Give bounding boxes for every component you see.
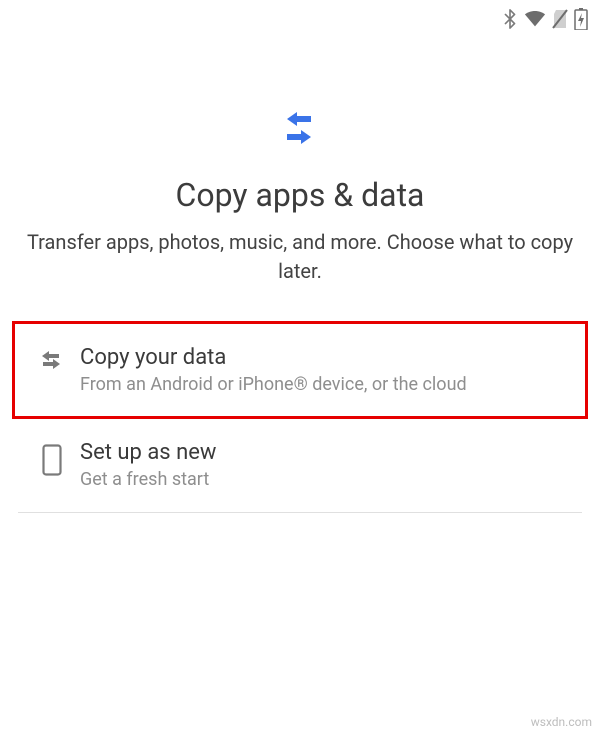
page-title: Copy apps & data — [0, 176, 600, 214]
phone-outline-icon — [24, 444, 80, 476]
option-title: Copy your data — [80, 345, 576, 370]
page-subtitle: Transfer apps, photos, music, and more. … — [24, 228, 576, 286]
option-copy-your-data[interactable]: Copy your data From an Android or iPhone… — [0, 323, 600, 417]
transfer-hero-icon — [275, 104, 325, 154]
bluetooth-icon — [502, 9, 518, 29]
option-subtitle: From an Android or iPhone® device, or th… — [80, 374, 576, 395]
status-bar — [0, 0, 600, 34]
options-list: Copy your data From an Android or iPhone… — [0, 322, 600, 513]
watermark: wsxdn.com — [531, 715, 592, 729]
battery-charging-icon — [574, 8, 588, 30]
hero — [0, 104, 600, 154]
wifi-icon — [524, 10, 546, 28]
divider — [18, 512, 582, 513]
option-set-up-as-new[interactable]: Set up as new Get a fresh start — [0, 418, 600, 512]
option-title: Set up as new — [80, 440, 576, 465]
option-subtitle: Get a fresh start — [80, 469, 576, 490]
transfer-icon — [24, 349, 80, 373]
no-sim-icon — [552, 9, 568, 29]
